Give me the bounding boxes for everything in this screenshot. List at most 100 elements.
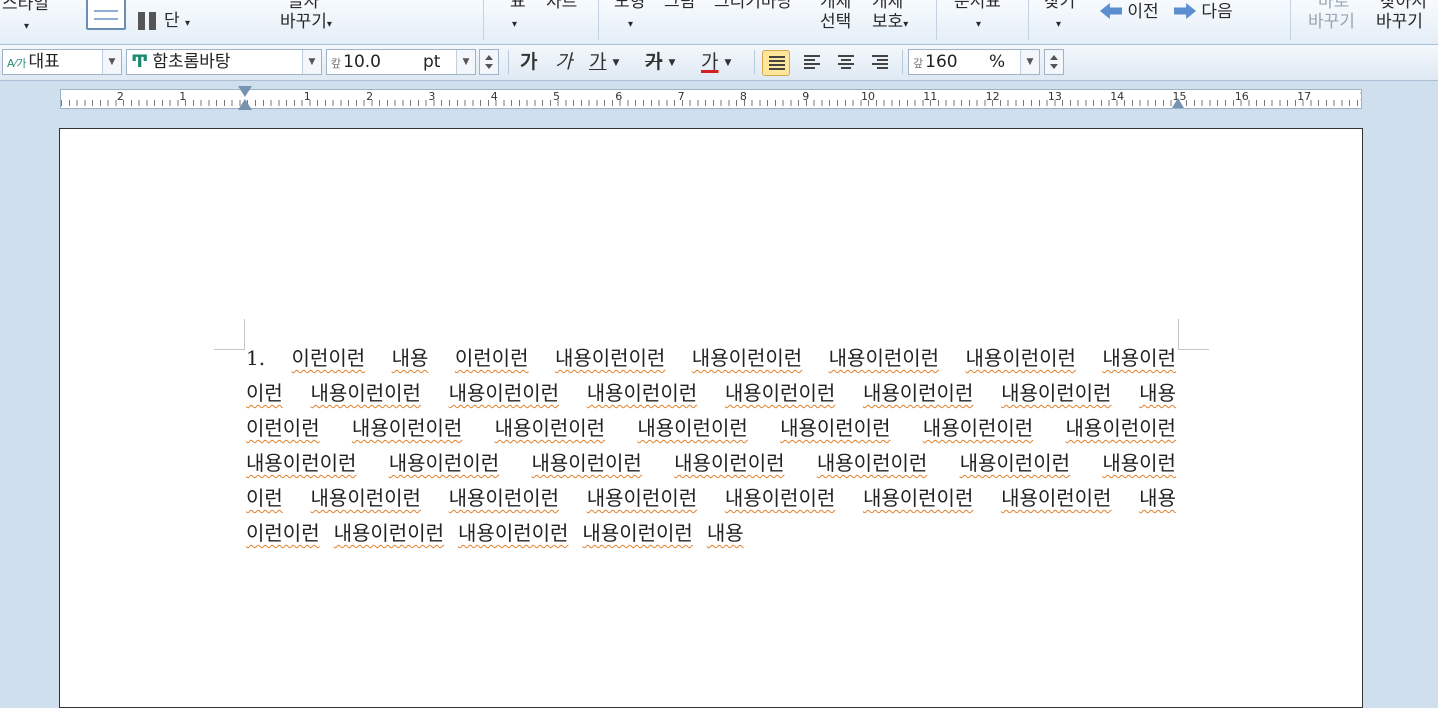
word[interactable]: 내용이런이런: [692, 341, 802, 376]
strikethrough-button[interactable]: 가 ▼: [645, 50, 675, 75]
text-line[interactable]: 내용이런이런 내용이런이런 내용이런이런 내용이런이런 내용이런이런 내용이런이런 내용이런: [246, 446, 1176, 481]
word[interactable]: 내용이런이런: [449, 376, 559, 411]
style-button[interactable]: 스타일: [2, 0, 49, 14]
protect-object-button[interactable]: 보호▾: [872, 12, 908, 35]
select-object-button[interactable]: 선택: [820, 12, 851, 32]
change-char-button[interactable]: 바꾸기▾: [280, 12, 332, 35]
first-line-indent-icon[interactable]: [238, 86, 252, 97]
font-size-stepper[interactable]: [479, 49, 499, 75]
find-replace-line1[interactable]: 찾아서: [1380, 0, 1427, 12]
line-spacing-stepper[interactable]: [1044, 49, 1064, 75]
replace-line1[interactable]: 바로: [1318, 0, 1349, 12]
word[interactable]: 내용이런이런: [674, 446, 784, 481]
underline-button[interactable]: 가 ▼: [589, 50, 619, 75]
word[interactable]: 내용이런이런: [246, 446, 356, 481]
picture-button[interactable]: 그림: [664, 0, 695, 12]
word[interactable]: 내용이런이런: [587, 481, 697, 516]
chart-button[interactable]: 차트: [546, 0, 577, 12]
font-combo[interactable]: Ͳ 함초롬바탕 ▼: [126, 49, 322, 75]
word[interactable]: 내용이런이런: [863, 481, 973, 516]
word[interactable]: 내용이런이런: [1001, 376, 1111, 411]
shape-dropdown-arrow[interactable]: ▾: [628, 12, 633, 35]
chevron-down-icon[interactable]: ▼: [456, 50, 475, 74]
word[interactable]: 내용이런이런: [458, 516, 568, 551]
style-combo[interactable]: A⁄가 대표 ▼: [2, 49, 122, 75]
word[interactable]: 내용: [392, 341, 429, 376]
word[interactable]: 내용이런이런: [352, 411, 462, 446]
text-line[interactable]: 이런 내용이런이런 내용이런이런 내용이런이런 내용이런이런 내용이런이런 내용이런이런 내용: [246, 376, 1176, 411]
word[interactable]: 내용이런이런: [725, 481, 835, 516]
next-button[interactable]: 다음: [1174, 2, 1233, 22]
word[interactable]: 내용이런이런: [863, 376, 973, 411]
word[interactable]: 내용이런이런: [555, 341, 665, 376]
center-align-button[interactable]: [832, 50, 860, 76]
word[interactable]: 내용이런이런: [966, 341, 1076, 376]
prev-button[interactable]: 이전: [1100, 2, 1159, 22]
select-object-line1[interactable]: 개체: [820, 0, 851, 12]
font-size-combo[interactable]: 캎 10.0 pt ▼: [326, 49, 476, 75]
chevron-down-icon[interactable]: ▼: [1020, 50, 1039, 74]
word[interactable]: 내용: [707, 516, 744, 551]
word[interactable]: 내용이런: [1102, 341, 1176, 376]
word[interactable]: 내용이런이런: [960, 446, 1070, 481]
toc-button[interactable]: 순서표: [954, 0, 1001, 12]
document-page[interactable]: 1. 이런이런 내용 이런이런 내용이런이런 내용이런이런 내용이런이런 내용이런이런 내용이런…: [59, 128, 1363, 708]
word[interactable]: 내용이런이런: [389, 446, 499, 481]
text-line[interactable]: 이런이런 내용이런이런 내용이런이런 내용이런이런 내용이런이런 내용이런이런 내용이런이런: [246, 411, 1176, 446]
word[interactable]: 내용이런이런: [817, 446, 927, 481]
word[interactable]: 내용이런이런: [923, 411, 1033, 446]
find-button[interactable]: 찾기: [1044, 0, 1075, 12]
word[interactable]: 이런: [246, 481, 283, 516]
page-icon[interactable]: [86, 0, 126, 30]
word[interactable]: 이런이런: [246, 516, 320, 551]
right-align-button[interactable]: [866, 50, 894, 76]
word[interactable]: 내용이런이런: [1066, 411, 1176, 446]
word[interactable]: 내용이런이런: [311, 481, 421, 516]
word[interactable]: 내용: [1139, 376, 1176, 411]
change-char-line1[interactable]: 글자: [288, 0, 319, 12]
find-dropdown-arrow[interactable]: ▾: [1056, 12, 1061, 35]
chevron-down-icon[interactable]: ▼: [302, 50, 321, 74]
word[interactable]: 이런이런: [246, 411, 320, 446]
drawing-gallery-button[interactable]: 그리기마당: [714, 0, 792, 12]
chevron-down-icon[interactable]: ▼: [102, 50, 121, 74]
word[interactable]: 내용이런이런: [311, 376, 421, 411]
horizontal-ruler[interactable]: 21123456789101112131415161718: [60, 89, 1362, 109]
replace-button[interactable]: 바꾸기: [1308, 12, 1355, 32]
indent-marker[interactable]: [238, 86, 252, 114]
word[interactable]: 내용이런이런: [725, 376, 835, 411]
protect-object-line1[interactable]: 개체: [872, 0, 903, 12]
word[interactable]: 내용이런이런: [531, 446, 641, 481]
word[interactable]: 이런이런: [292, 341, 366, 376]
word[interactable]: 내용이런이런: [587, 376, 697, 411]
document-body[interactable]: 1. 이런이런 내용 이런이런 내용이런이런 내용이런이런 내용이런이런 내용이런이런 내용이런…: [246, 341, 1176, 551]
toc-dropdown-arrow[interactable]: ▾: [976, 12, 981, 35]
word[interactable]: 내용: [1139, 481, 1176, 516]
justify-align-button[interactable]: [762, 50, 790, 76]
word[interactable]: 내용이런이런: [780, 411, 890, 446]
left-indent-icon[interactable]: [238, 99, 252, 110]
word[interactable]: 내용이런이런: [334, 516, 444, 551]
columns-button[interactable]: 단 ▾: [164, 11, 190, 34]
find-replace-button[interactable]: 바꾸기: [1376, 12, 1423, 32]
word[interactable]: 내용이런: [1102, 446, 1176, 481]
shape-button[interactable]: 도형: [614, 0, 645, 12]
text-line[interactable]: 이런 내용이런이런 내용이런이런 내용이런이런 내용이런이런 내용이런이런 내용이런이런 내용: [246, 481, 1176, 516]
list-number[interactable]: 1.: [246, 341, 265, 376]
table-button[interactable]: 표: [510, 0, 526, 12]
left-align-button[interactable]: [798, 50, 826, 76]
style-dropdown-arrow[interactable]: ▾: [24, 14, 29, 37]
word[interactable]: 이런: [246, 376, 283, 411]
text-line[interactable]: 이런이런 내용이런이런 내용이런이런 내용이런이런 내용: [246, 516, 1176, 551]
word[interactable]: 내용이런이런: [829, 341, 939, 376]
italic-button[interactable]: 가: [555, 50, 572, 74]
line-spacing-combo[interactable]: 갚 160 % ▼: [908, 49, 1040, 75]
word[interactable]: 내용이런이런: [637, 411, 747, 446]
word[interactable]: 내용이런이런: [495, 411, 605, 446]
word[interactable]: 내용이런이런: [582, 516, 692, 551]
table-dropdown-arrow[interactable]: ▾: [512, 12, 517, 35]
bold-button[interactable]: 가: [520, 50, 537, 74]
word[interactable]: 이런이런: [455, 341, 529, 376]
right-indent-icon[interactable]: [1172, 98, 1184, 108]
text-line[interactable]: 1. 이런이런 내용 이런이런 내용이런이런 내용이런이런 내용이런이런 내용이런이런 내용이런: [246, 341, 1176, 376]
